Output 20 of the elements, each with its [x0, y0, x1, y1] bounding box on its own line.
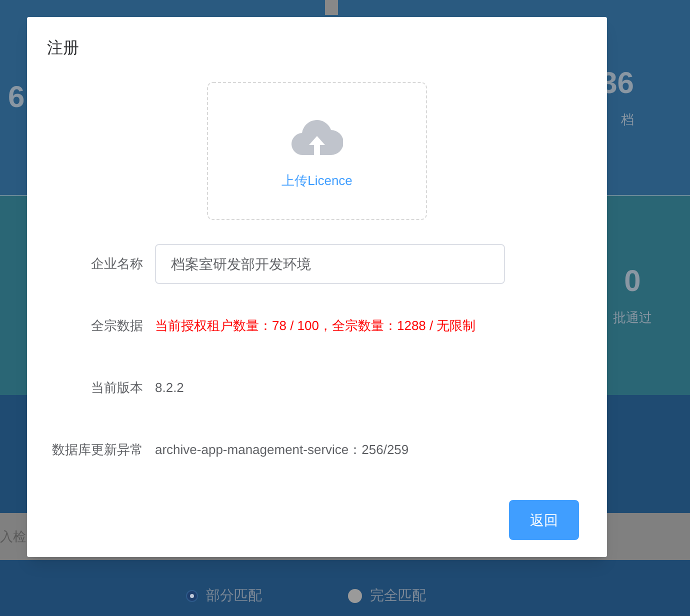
radio-option[interactable]: 完全匹配: [348, 585, 426, 606]
field-label: 全宗数据: [90, 317, 144, 336]
radio-option[interactable]: 部分匹配: [186, 585, 262, 606]
handle: [325, 0, 338, 15]
input-field[interactable]: 档案室研发部开发环境: [155, 244, 505, 284]
upload-label[interactable]: 上传Licence: [282, 171, 352, 191]
cloud-upload-icon: [291, 117, 343, 158]
dialog-title: 注册: [47, 38, 79, 59]
field-label: 数据库更新异常: [51, 441, 144, 460]
field-value: archive-app-management-service：256/259: [155, 441, 409, 460]
stat-value: 6: [8, 80, 25, 116]
field-label: 当前版本: [90, 379, 144, 398]
warning-text: 当前授权租户数量：78 / 100，全宗数量：1288 / 无限制: [155, 317, 476, 336]
upload-area[interactable]: 上传Licence: [207, 82, 427, 220]
field-label: 企业名称: [90, 255, 144, 274]
stat-label: 批通过: [613, 308, 652, 327]
stat-value: 0: [624, 264, 641, 300]
field-value: 8.2.2: [155, 379, 184, 398]
stat-label: 档: [621, 110, 634, 129]
back-button[interactable]: 返回: [509, 500, 579, 540]
